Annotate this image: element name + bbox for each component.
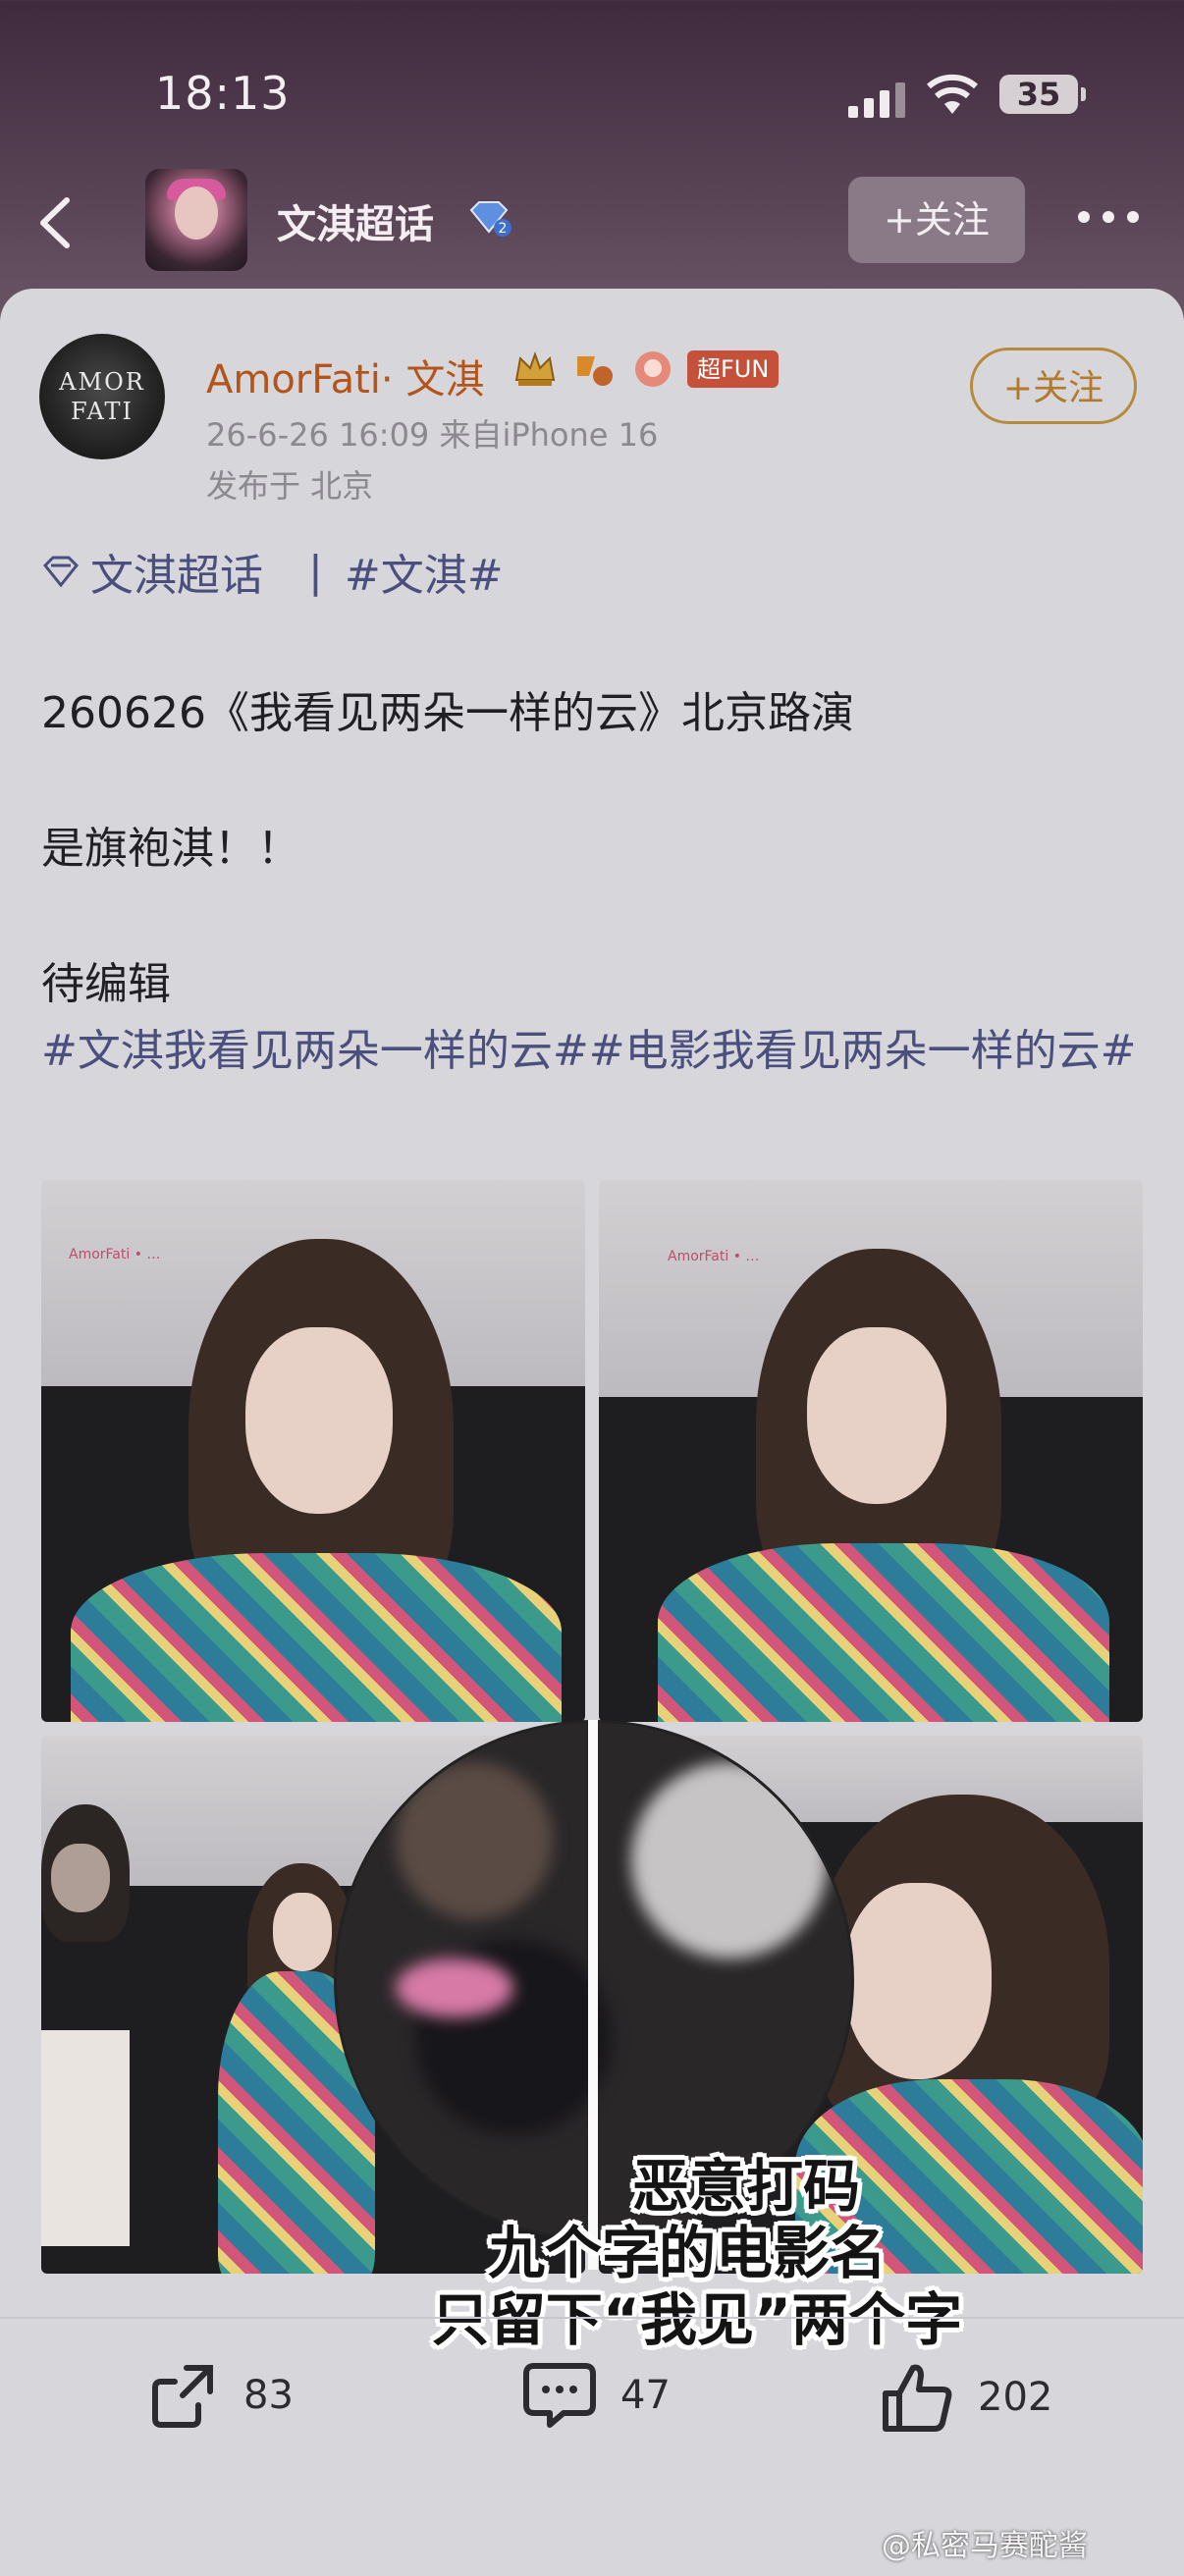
post-text-line3: 待编辑: [41, 959, 171, 1009]
post-text-line2: 是旗袍淇！！: [41, 824, 300, 874]
weibo-watermark: @私密马赛酡酱: [882, 2529, 1088, 2563]
post-action-bar: 83 47 202: [0, 2317, 1184, 2476]
vip-badge-icon: [577, 356, 613, 386]
status-bar: 18:13 35: [0, 0, 1184, 167]
like-action[interactable]: 202: [878, 2358, 1052, 2437]
comment-action[interactable]: 47: [520, 2358, 671, 2433]
post-card: AMOR FATI AmorFati· 文淇 超FUN 26-6-26 16:0…: [0, 289, 1184, 2576]
status-time: 18:13: [155, 67, 291, 120]
super-fun-badge: 超FUN: [687, 350, 780, 388]
cellular-signal-icon: [848, 82, 905, 118]
back-arrow-icon[interactable]: [27, 188, 86, 257]
diamond-level-icon: 2: [469, 201, 511, 237]
post-photo-1[interactable]: AmorFati • …: [41, 1180, 585, 1722]
topic-link[interactable]: 文淇超话: [90, 540, 263, 603]
topic-header: 文淇超话 2 +关注: [0, 167, 1184, 285]
author-badges: 超FUN: [511, 344, 780, 395]
hashtag-link[interactable]: #文淇#: [345, 540, 504, 603]
post-text-line1: 260626《我看见两朵一样的云》北京路演: [41, 688, 854, 738]
share-count: 83: [243, 2373, 294, 2418]
post-time-source: 26-6-26 16:09 来自iPhone 16: [206, 416, 659, 454]
topic-row: 文淇超话 | #文淇#: [41, 540, 504, 603]
topic-separator: |: [308, 546, 323, 597]
author-avatar[interactable]: AMOR FATI: [39, 334, 165, 459]
follow-topic-button[interactable]: +关注: [848, 177, 1025, 263]
thumbs-up-icon: [883, 2364, 952, 2432]
fan-badge-icon: [635, 351, 671, 387]
share-icon: [152, 2365, 213, 2428]
battery-indicator: 35: [999, 75, 1086, 114]
topic-avatar[interactable]: [145, 169, 247, 271]
topic-title[interactable]: 文淇超话: [277, 192, 434, 249]
more-options-icon[interactable]: [1074, 202, 1143, 232]
wifi-icon: [927, 74, 978, 114]
super-topic-icon: [42, 556, 80, 588]
comment-icon: [523, 2363, 596, 2428]
post-photo-2[interactable]: AmorFati • …: [599, 1180, 1143, 1722]
follow-author-button[interactable]: +关注: [970, 348, 1137, 424]
author-name[interactable]: AmorFati· 文淇: [206, 348, 484, 404]
share-action[interactable]: 83: [147, 2358, 294, 2433]
post-hashtags[interactable]: #文淇我看见两朵一样的云##电影我看见两朵一样的云#: [41, 1017, 1141, 1086]
post-location: 发布于 北京: [206, 467, 374, 505]
like-count: 202: [978, 2375, 1053, 2420]
svg-text:2: 2: [499, 221, 508, 237]
crown-badge-icon: [514, 351, 556, 386]
comment-count: 47: [620, 2373, 671, 2418]
